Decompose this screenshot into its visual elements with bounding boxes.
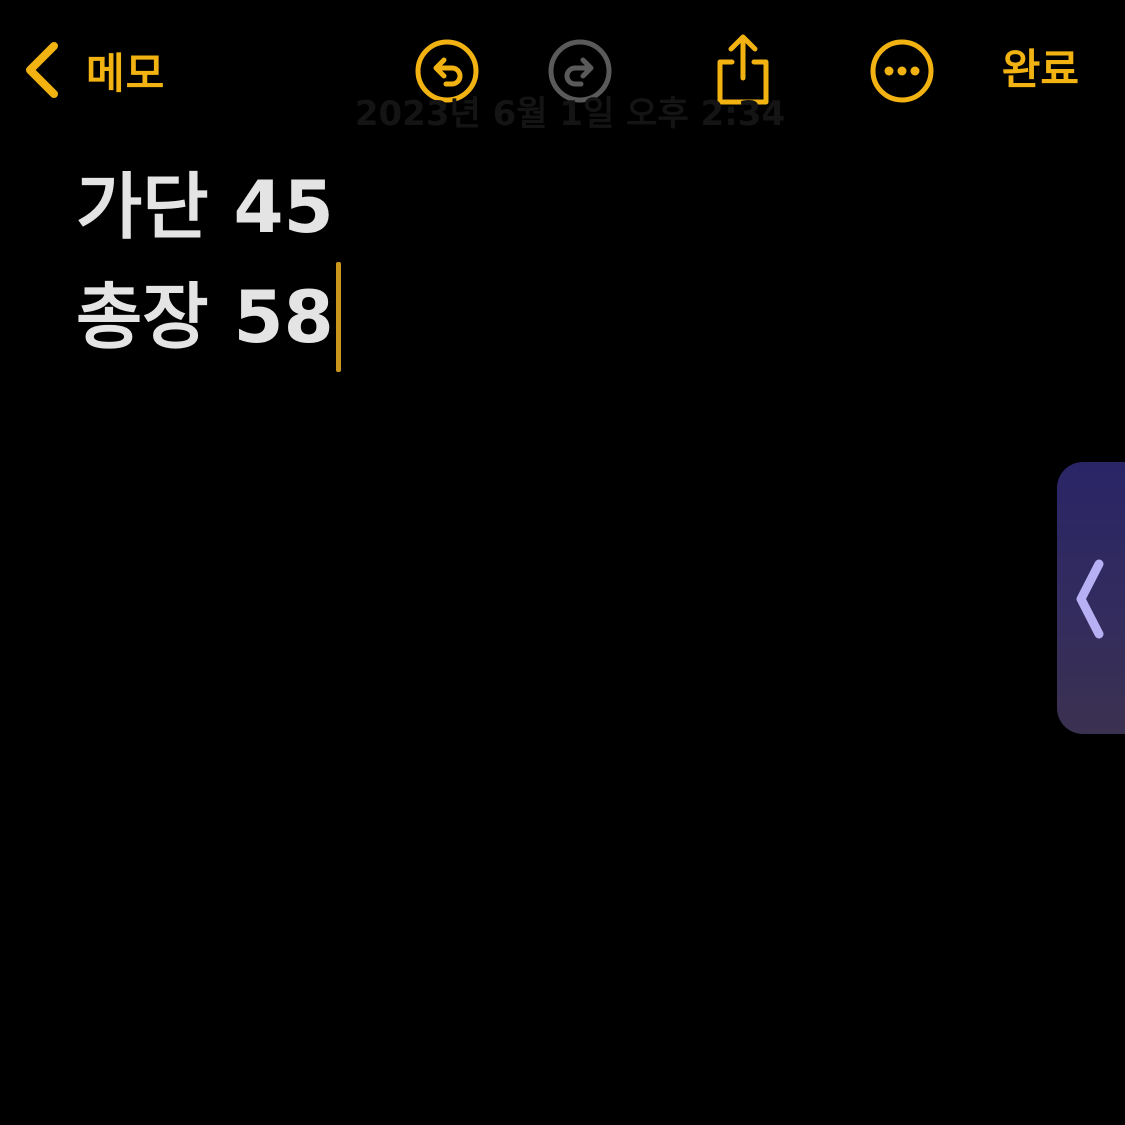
more-options-button[interactable] <box>869 38 935 104</box>
text-cursor <box>335 262 341 372</box>
more-icon <box>869 38 935 104</box>
note-line[interactable]: 총장 58 <box>76 262 976 372</box>
side-panel-handle[interactable] <box>1057 462 1125 734</box>
note-line[interactable]: 가단 45 <box>76 152 976 262</box>
back-button[interactable]: 메모 <box>22 38 165 102</box>
note-line-text: 총장 58 <box>76 275 334 359</box>
note-date-header: 2023년 6월 1일 오후 2:34 <box>354 94 786 134</box>
done-button[interactable]: 완료 <box>1002 40 1079 100</box>
back-button-label: 메모 <box>86 48 166 98</box>
note-line-text: 가단 45 <box>76 165 334 249</box>
chevron-left-icon <box>22 40 62 100</box>
note-editor[interactable]: 가단 45 총장 58 <box>76 152 976 372</box>
